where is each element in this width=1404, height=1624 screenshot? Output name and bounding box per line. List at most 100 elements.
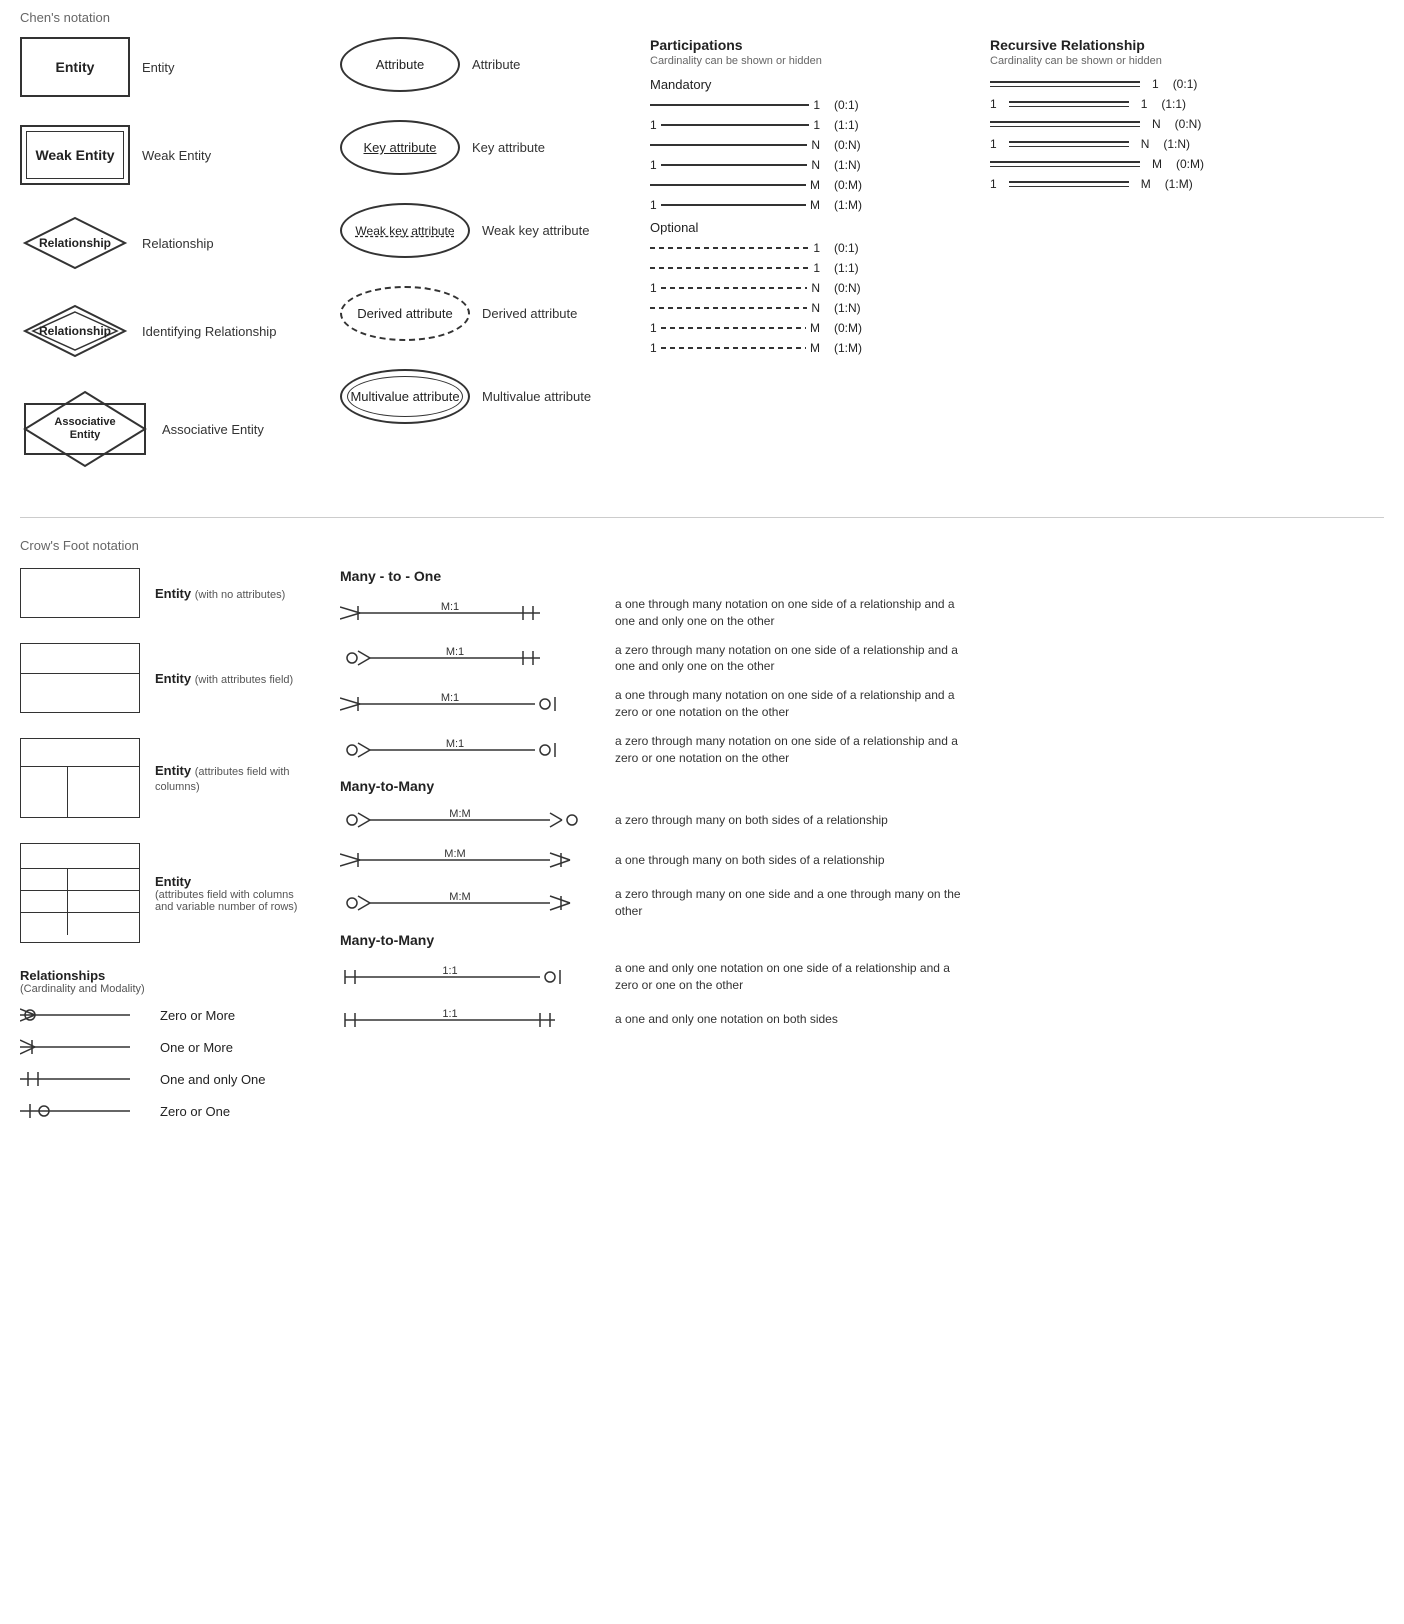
- cf-m1-row4: M:1 a zero through many notation on one …: [340, 733, 1384, 767]
- cf-11-row1: 1:1 a one and only one notation on one s…: [340, 960, 1384, 994]
- svg-text:M:1: M:1: [441, 601, 459, 613]
- cf-mm-row1: M:M a zero through many on both sides of…: [340, 806, 1384, 834]
- recursive-subheader: Cardinality can be shown or hidden: [990, 55, 1270, 67]
- opt-row-0N: 1 N (0:N): [650, 281, 970, 295]
- one-and-only-one-icon: [20, 1069, 150, 1089]
- svg-text:1:1: 1:1: [442, 965, 457, 977]
- relationships-subtitle: (Cardinality and Modality): [20, 983, 300, 995]
- relationship-row: Relationship Relationship: [20, 213, 320, 273]
- derived-attribute-label: Derived attribute: [482, 306, 602, 321]
- entity-row: Entity Entity: [20, 37, 320, 97]
- zero-or-one-icon: [20, 1101, 150, 1121]
- cf-m1-line1: M:1: [340, 599, 600, 627]
- many-to-many2-title: Many-to-Many: [340, 932, 1384, 948]
- chens-section: Chen's notation Entity Entity Weak Entit…: [20, 10, 1384, 497]
- crows-entity-simple-row: Entity (with no attributes): [20, 568, 300, 618]
- opt-row-01: 1 (0:1): [650, 241, 970, 255]
- cf-m1-svg3: M:1: [340, 690, 600, 718]
- derived-attribute-shape: Derived attribute: [340, 286, 470, 341]
- associative-entity-label: Associative Entity: [162, 422, 282, 437]
- cf-m1-row2: M:1 a zero through many notation on one …: [340, 642, 1384, 676]
- one-or-more-icon: [20, 1037, 150, 1057]
- mandatory-title: Mandatory: [650, 77, 970, 92]
- legend-zero-or-one: Zero or One: [20, 1101, 300, 1121]
- svg-text:M:1: M:1: [446, 738, 464, 750]
- entity-var-row3: [21, 913, 139, 935]
- crows-entity-variable-row: Entity (attributes field with columns an…: [20, 843, 300, 943]
- opt-row-1M: 1 M (1:M): [650, 341, 970, 355]
- cf-mm-line1: M:M: [340, 806, 600, 834]
- section-divider: [20, 517, 1384, 518]
- one-or-more-label: One or More: [160, 1040, 233, 1055]
- derived-attribute-row: Derived attribute Derived attribute: [340, 286, 630, 341]
- attribute-row: Attribute Attribute: [340, 37, 630, 92]
- multivalue-attribute-label: Multivalue attribute: [482, 389, 602, 404]
- key-attribute-row: Key attribute Key attribute: [340, 120, 630, 175]
- entity-var-col1: [21, 869, 68, 890]
- rec-row-1M: 1 M (1:M): [990, 177, 1270, 191]
- cf-mm-desc1: a zero through many on both sides of a r…: [615, 812, 888, 829]
- cf-m1-line2: M:1: [340, 644, 600, 672]
- svg-text:M:M: M:M: [449, 891, 470, 903]
- cf-m1-svg1: M:1: [340, 599, 600, 627]
- multivalue-attribute-shape: Multivalue attribute: [340, 369, 470, 424]
- cf-11-svg1: 1:1: [340, 963, 600, 991]
- optional-title: Optional: [650, 220, 970, 235]
- cf-mm-svg2: M:M: [340, 846, 600, 874]
- cf-m1-line3: M:1: [340, 690, 600, 718]
- cf-m1-row3: M:1 a one through many notation on one s…: [340, 687, 1384, 721]
- cf-mm-row2: M:M a one through many on both sides of …: [340, 846, 1384, 874]
- cf-mm-svg3: M:M: [340, 889, 600, 917]
- opt-row-1N: N (1:N): [650, 301, 970, 315]
- crows-entity-cols-shape: [20, 738, 140, 818]
- legend-zero-or-more: Zero or More: [20, 1005, 300, 1025]
- crows-section: Crow's Foot notation Entity (with no att…: [20, 538, 1384, 1133]
- cf-m1-desc1: a one through many notation on one side …: [615, 596, 965, 630]
- entity-shape: Entity: [20, 37, 130, 97]
- entity-var-header: [21, 844, 139, 869]
- weak-entity-label: Weak Entity: [142, 148, 262, 163]
- multivalue-attribute-row: Multivalue attribute Multivalue attribut…: [340, 369, 630, 424]
- part-row-0M: M (0:M): [650, 178, 970, 192]
- associative-entity-shape: AssociativeEntity: [20, 389, 150, 469]
- svg-text:M:1: M:1: [441, 692, 459, 704]
- entity-header-row: [21, 644, 139, 674]
- legend-one-and-only-one: One and only One: [20, 1069, 300, 1089]
- cf-11-svg2: 1:1: [340, 1006, 600, 1034]
- key-attribute-label: Key attribute: [472, 140, 592, 155]
- rec-row-0N: N (0:N): [990, 117, 1270, 131]
- opt-row-11: 1 (1:1): [650, 261, 970, 275]
- cf-m1-desc4: a zero through many notation on one side…: [615, 733, 965, 767]
- crows-entity-simple-shape: [20, 568, 140, 618]
- part-row-1M: 1 M (1:M): [650, 198, 970, 212]
- zero-or-more-label: Zero or More: [160, 1008, 235, 1023]
- cf-11-line1: 1:1: [340, 963, 600, 991]
- participations-subheader: Cardinality can be shown or hidden: [650, 55, 970, 67]
- one-and-only-one-label: One and only One: [160, 1072, 266, 1087]
- crows-entity-variable-shape: [20, 843, 140, 943]
- weak-key-attribute-row: Weak key attribute Weak key attribute: [340, 203, 630, 258]
- entity-var-row1: [21, 869, 139, 891]
- identifying-relationship-shape: Relationship: [20, 301, 130, 361]
- many-to-many1-title: Many-to-Many: [340, 778, 1384, 794]
- svg-text:M:M: M:M: [449, 808, 470, 820]
- svg-text:M:1: M:1: [446, 646, 464, 658]
- relationships-title: Relationships: [20, 968, 300, 983]
- entity-var-row2: [21, 891, 139, 913]
- attribute-shape: Attribute: [340, 37, 460, 92]
- legend-one-or-more: One or More: [20, 1037, 300, 1057]
- cf-diagrams: Many - to - One M:1: [340, 568, 1384, 1046]
- attribute-label: Attribute: [472, 57, 592, 72]
- part-row-11: 1 1 (1:1): [650, 118, 970, 132]
- participations-header: Participations: [650, 37, 970, 53]
- svg-text:M:M: M:M: [444, 848, 465, 860]
- rec-row-1N: 1 N (1:N): [990, 137, 1270, 151]
- zero-or-more-icon: [20, 1005, 150, 1025]
- entity-body-row: [21, 674, 139, 712]
- crows-entity-simple-label: Entity (with no attributes): [155, 586, 285, 601]
- key-attribute-shape: Key attribute: [340, 120, 460, 175]
- weak-key-attribute-shape: Weak key attribute: [340, 203, 470, 258]
- relationship-label: Relationship: [142, 236, 262, 251]
- part-row-01: 1 (0:1): [650, 98, 970, 112]
- crows-entity-variable-label: Entity (attributes field with columns an…: [155, 874, 300, 913]
